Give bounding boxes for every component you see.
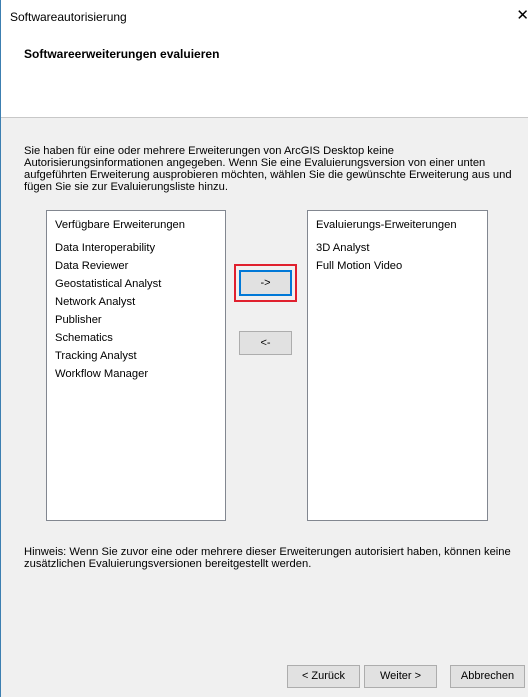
- evaluation-extensions-list[interactable]: Evaluierungs-Erweiterungen 3D Analyst Fu…: [307, 210, 488, 521]
- wizard-header: Softwareerweiterungen evaluieren: [1, 36, 528, 118]
- add-extension-button[interactable]: ->: [239, 270, 292, 296]
- hint-text: Hinweis: Wenn Sie zuvor eine oder mehrer…: [24, 546, 511, 570]
- close-icon[interactable]: ✕: [513, 6, 528, 26]
- list-item[interactable]: Network Analyst: [55, 293, 161, 311]
- available-extensions-list[interactable]: Verfügbare Erweiterungen Data Interopera…: [46, 210, 226, 521]
- page-title: Softwareerweiterungen evaluieren: [24, 47, 220, 61]
- list-item[interactable]: Tracking Analyst: [55, 347, 161, 365]
- list-item[interactable]: Schematics: [55, 329, 161, 347]
- list-item[interactable]: Full Motion Video: [316, 257, 402, 275]
- remove-extension-button[interactable]: <-: [239, 331, 292, 355]
- dialog-window: Softwareautorisierung ✕ Softwareerweiter…: [0, 0, 528, 697]
- title-bar: Softwareautorisierung ✕: [1, 0, 528, 36]
- list-item[interactable]: Workflow Manager: [55, 365, 161, 383]
- cancel-button[interactable]: Abbrechen: [450, 665, 525, 688]
- next-button[interactable]: Weiter >: [364, 665, 437, 688]
- window-title: Softwareautorisierung: [10, 10, 127, 24]
- back-button[interactable]: < Zurück: [287, 665, 360, 688]
- list-item[interactable]: Geostatistical Analyst: [55, 275, 161, 293]
- evaluation-extensions-header: Evaluierungs-Erweiterungen: [316, 219, 457, 231]
- available-extensions-header: Verfügbare Erweiterungen: [55, 219, 185, 231]
- list-item[interactable]: Data Interoperability: [55, 239, 161, 257]
- list-item[interactable]: Publisher: [55, 311, 161, 329]
- list-item[interactable]: Data Reviewer: [55, 257, 161, 275]
- list-item[interactable]: 3D Analyst: [316, 239, 402, 257]
- intro-text: Sie haben für eine oder mehrere Erweiter…: [24, 145, 512, 193]
